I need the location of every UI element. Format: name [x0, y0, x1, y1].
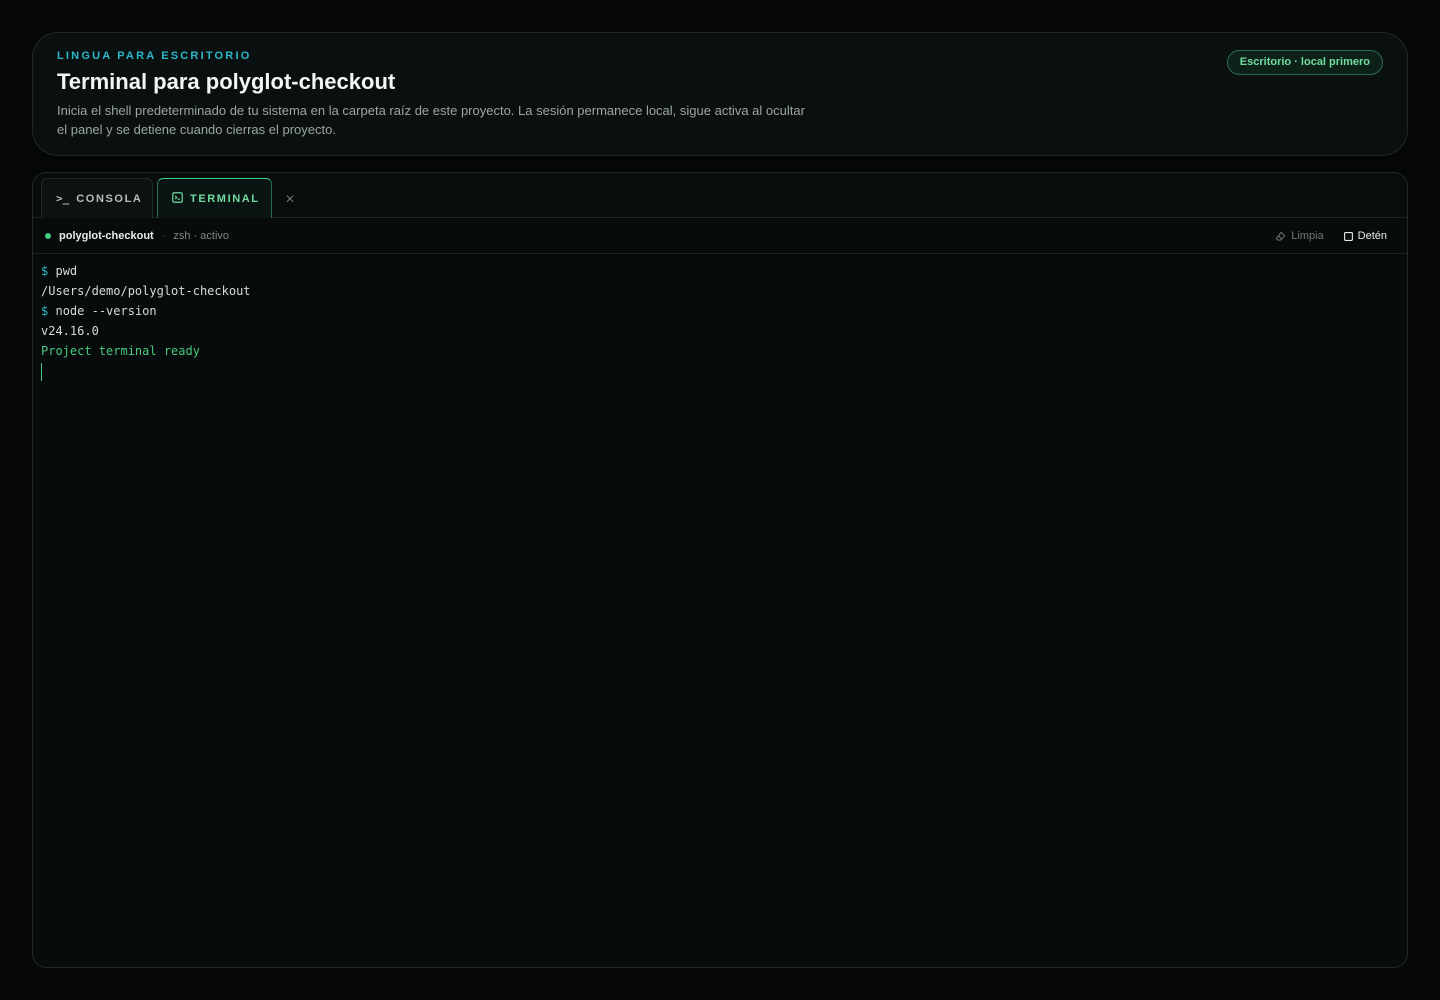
stop-square-icon	[1343, 231, 1353, 241]
stop-button[interactable]: Detén	[1343, 230, 1387, 242]
console-prompt-icon: >_	[56, 192, 70, 205]
terminal-line: Project terminal ready	[41, 341, 251, 361]
prompt-symbol: $	[41, 264, 49, 278]
prompt-symbol: $	[41, 304, 49, 318]
page-description: Inicia el shell predeterminado de tu sis…	[57, 103, 805, 137]
session-status-bar: polyglot-checkout · zsh · activo Limpia	[33, 218, 1407, 254]
terminal-line: $ node --version	[41, 301, 251, 321]
terminal-input-line[interactable]	[41, 361, 251, 381]
command-text: node --version	[55, 304, 157, 318]
clear-label: Limpia	[1291, 230, 1324, 242]
output-text: /Users/demo/polyglot-checkout	[41, 284, 251, 298]
shell-status: zsh · activo	[173, 229, 230, 242]
stop-label: Detén	[1357, 230, 1387, 242]
page-title: Terminal para polyglot-checkout	[57, 69, 396, 94]
terminal-line: $ pwd	[41, 261, 251, 281]
clear-button[interactable]: Limpia	[1275, 230, 1324, 242]
status-separator: ·	[161, 229, 166, 242]
command-text: pwd	[55, 264, 78, 278]
tab-terminal-label: TERMINAL	[190, 192, 260, 205]
terminal-window-icon	[172, 191, 183, 206]
output-text: v24.16.0	[41, 324, 99, 338]
app-eyebrow: LINGUA PARA ESCRITORIO	[57, 50, 252, 62]
status-actions: Limpia Detén	[1275, 218, 1387, 254]
tab-bar: >_ CONSOLA TERMINAL ×	[33, 173, 1407, 218]
terminal-cursor	[41, 363, 42, 381]
close-icon[interactable]: ×	[283, 192, 297, 208]
success-text: Project terminal ready	[41, 344, 200, 358]
terminal-line: /Users/demo/polyglot-checkout	[41, 281, 251, 301]
tab-console[interactable]: >_ CONSOLA	[41, 178, 153, 218]
mode-badge: Escritorio · local primero	[1226, 50, 1383, 75]
terminal-panel: >_ CONSOLA TERMINAL × polyglot-checkout …	[32, 172, 1408, 968]
tab-terminal[interactable]: TERMINAL	[157, 178, 272, 218]
eraser-icon	[1275, 231, 1286, 242]
project-name: polyglot-checkout	[59, 229, 154, 242]
header-card: LINGUA PARA ESCRITORIO Terminal para pol…	[32, 32, 1408, 156]
terminal-line: v24.16.0	[41, 321, 251, 341]
tab-console-label: CONSOLA	[76, 192, 143, 205]
status-dot	[45, 232, 51, 239]
terminal-output[interactable]: $ pwd /Users/demo/polyglot-checkout $ no…	[41, 261, 251, 381]
